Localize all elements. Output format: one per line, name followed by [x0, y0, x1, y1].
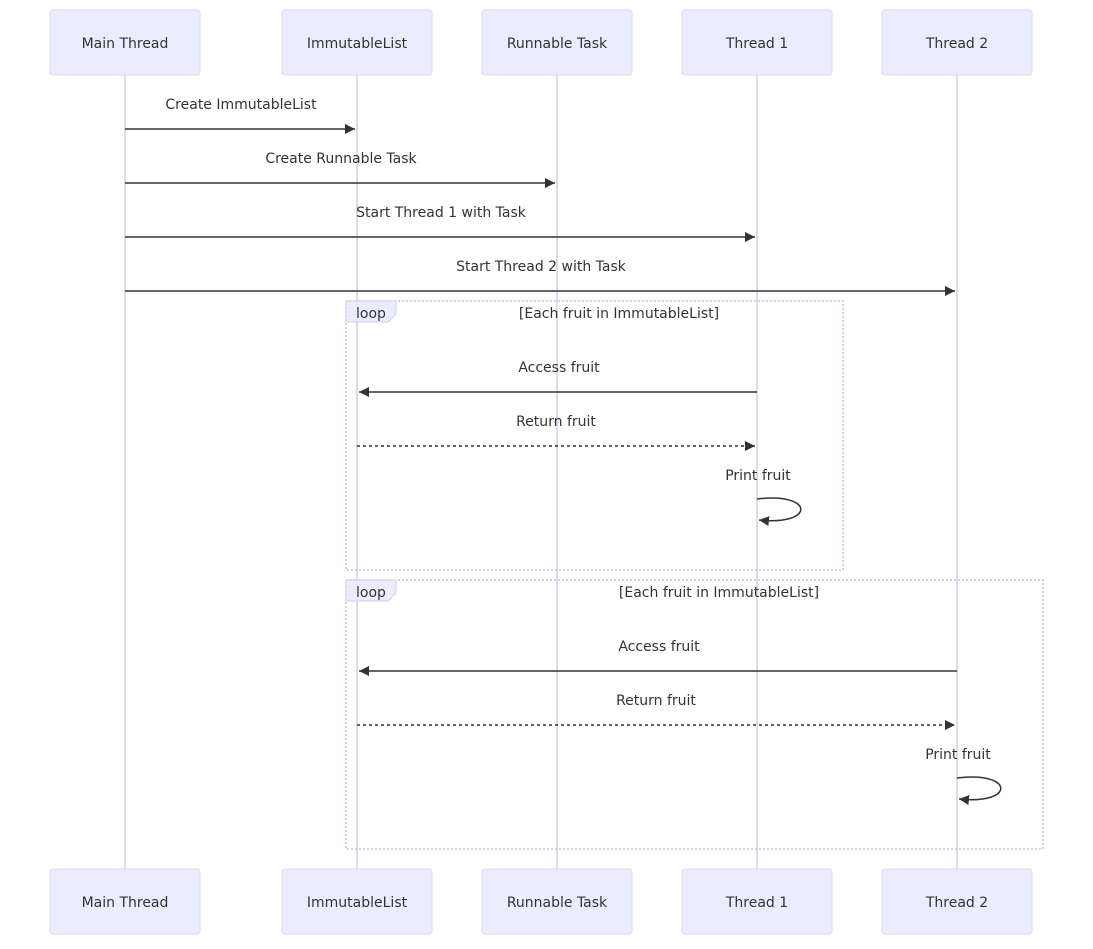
message-label: Access fruit: [518, 360, 600, 376]
loop-block-thread-1: loop [Each fruit in ImmutableList] Acces…: [345, 300, 844, 571]
message-label: Start Thread 1 with Task: [356, 205, 527, 221]
participant-label: Main Thread: [82, 36, 169, 52]
participant-thread-1: Thread 1: [681, 9, 833, 76]
participant-label: Runnable Task: [507, 36, 608, 52]
message-start-thread-2: Start Thread 2 with Task: [125, 259, 955, 296]
message-label: Access fruit: [618, 639, 700, 655]
participant-label: Thread 2: [925, 895, 988, 911]
participant-label: ImmutableList: [307, 895, 408, 911]
message-label: Print fruit: [725, 468, 791, 484]
participant-thread-1: Thread 1: [681, 868, 833, 935]
loop-frame: [345, 579, 1044, 850]
loop-keyword: loop: [356, 585, 386, 601]
participant-immutablelist: ImmutableList: [281, 9, 433, 76]
loop-keyword: loop: [356, 306, 386, 322]
message-label: Create ImmutableList: [165, 97, 317, 113]
participant-thread-2: Thread 2: [881, 9, 1033, 76]
message-label: Print fruit: [925, 747, 991, 763]
participant-label: Runnable Task: [507, 895, 608, 911]
participant-label: Thread 2: [925, 36, 988, 52]
participant-label: Thread 1: [725, 36, 788, 52]
sequence-diagram: Main Thread ImmutableList Runnable Task …: [49, 9, 1044, 935]
message-label: Start Thread 2 with Task: [456, 259, 627, 275]
participants-bottom: Main Thread ImmutableList Runnable Task …: [49, 868, 1033, 935]
message-create-runnable-task: Create Runnable Task: [125, 151, 555, 188]
self-message-arrow: [756, 497, 802, 527]
participant-runnable-task: Runnable Task: [481, 9, 633, 76]
participant-label: Thread 1: [725, 895, 788, 911]
loop-frame: [345, 300, 844, 571]
participant-main-thread: Main Thread: [49, 868, 201, 935]
participant-label: ImmutableList: [307, 36, 408, 52]
message-label: Create Runnable Task: [265, 151, 417, 167]
message-label: Return fruit: [516, 414, 596, 430]
participant-label: Main Thread: [82, 895, 169, 911]
participant-main-thread: Main Thread: [49, 9, 201, 76]
participant-runnable-task: Runnable Task: [481, 868, 633, 935]
participant-immutablelist: ImmutableList: [281, 868, 433, 935]
lifelines: [124, 75, 958, 869]
loop-condition: [Each fruit in ImmutableList]: [619, 585, 819, 601]
message-label: Return fruit: [616, 693, 696, 709]
self-message-arrow: [956, 776, 1002, 806]
participants-top: Main Thread ImmutableList Runnable Task …: [49, 9, 1033, 76]
message-start-thread-1: Start Thread 1 with Task: [125, 205, 755, 242]
message-create-immutablelist: Create ImmutableList: [125, 97, 355, 134]
participant-thread-2: Thread 2: [881, 868, 1033, 935]
loop-condition: [Each fruit in ImmutableList]: [519, 306, 719, 322]
loop-block-thread-2: loop [Each fruit in ImmutableList] Acces…: [345, 579, 1044, 850]
